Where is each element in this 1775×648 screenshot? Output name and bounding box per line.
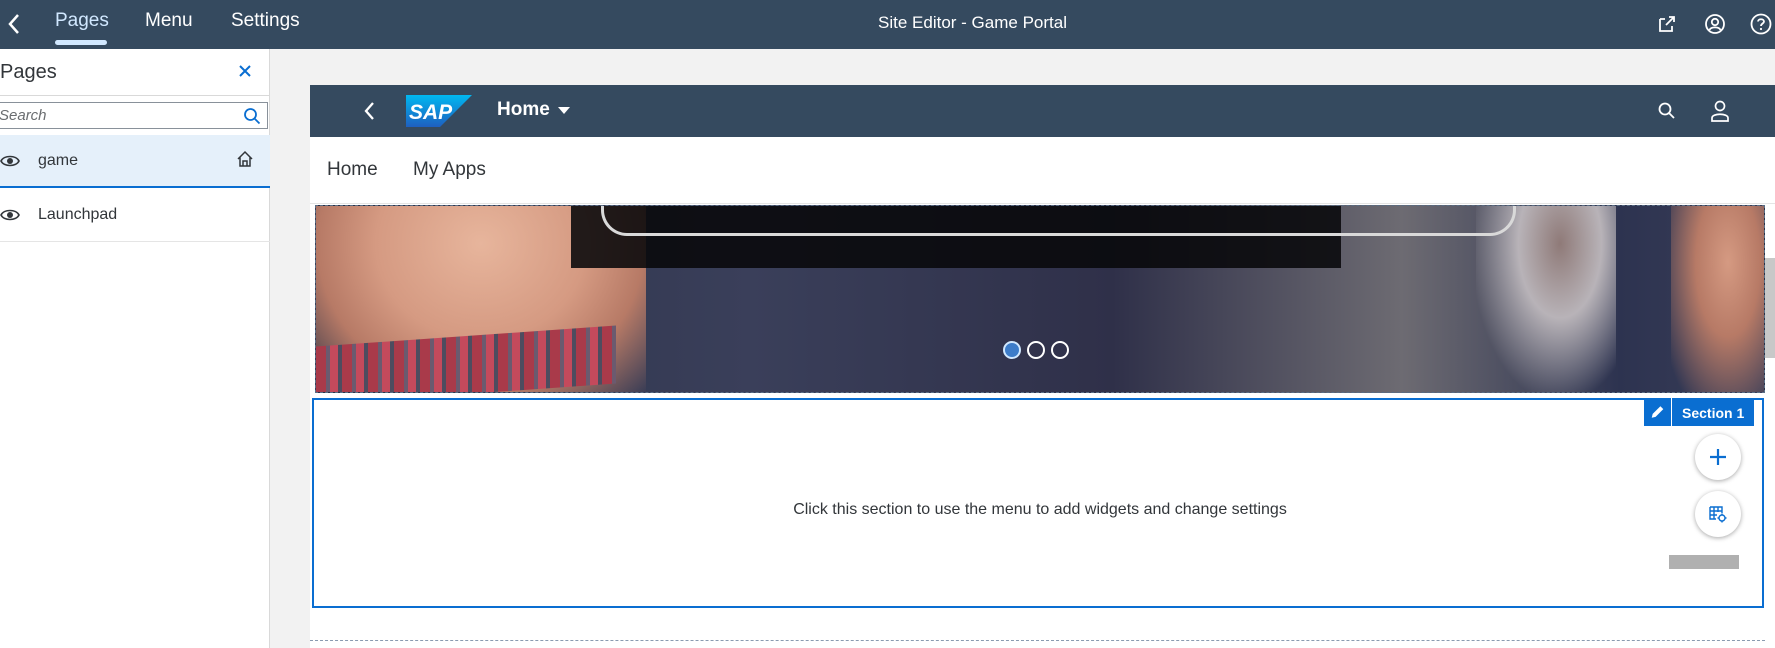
visibility-icon[interactable] [0, 151, 20, 171]
add-widget-button[interactable] [1695, 434, 1741, 480]
plus-icon [1710, 449, 1726, 465]
hero-device [601, 206, 1516, 236]
table-settings-icon [1709, 506, 1727, 523]
carousel[interactable] [315, 205, 1765, 393]
section-boundary [310, 640, 1765, 641]
back-icon[interactable] [360, 100, 380, 122]
section-hint: Click this section to use the menu to ad… [793, 501, 1287, 518]
section-tag-label: Section 1 [1682, 405, 1745, 421]
carousel-dot-2[interactable] [1027, 341, 1045, 359]
search-field[interactable] [0, 102, 268, 129]
panel-divider [0, 95, 270, 96]
search-input[interactable] [0, 105, 229, 126]
section-tag: Section 1 [1644, 398, 1754, 426]
page-item-label: game [38, 152, 79, 169]
page-item-label: Launchpad [38, 206, 118, 223]
sap-logo-text: SAP [409, 101, 453, 124]
page-item-game[interactable]: game [0, 135, 270, 188]
close-icon[interactable] [236, 62, 254, 80]
preview-shell-bar: SAP Home [310, 85, 1775, 137]
search-icon[interactable] [243, 107, 261, 125]
nav-my-apps[interactable]: My Apps [413, 159, 486, 181]
hero-image-detail [1671, 206, 1764, 392]
drag-handle[interactable] [1669, 555, 1739, 569]
edit-icon[interactable] [1644, 398, 1672, 426]
site-preview: SAP Home Home My Apps Click this section… [310, 85, 1775, 648]
chevron-down-icon[interactable] [558, 107, 570, 114]
home-menu[interactable]: Home [497, 99, 550, 121]
section-1[interactable]: Click this section to use the menu to ad… [312, 398, 1764, 608]
search-icon[interactable] [1657, 101, 1677, 121]
home-icon [237, 150, 253, 167]
active-tab-indicator [55, 40, 107, 45]
user-icon[interactable] [1710, 99, 1730, 123]
visibility-icon[interactable] [0, 205, 20, 225]
panel-title: Pages [0, 61, 57, 83]
carousel-dot-1[interactable] [1003, 341, 1021, 359]
help-icon[interactable] [1749, 12, 1773, 36]
page-item-launchpad[interactable]: Launchpad [0, 189, 270, 242]
preview-nav-bar: Home My Apps [310, 137, 1775, 204]
share-icon[interactable] [1655, 12, 1679, 36]
user-icon[interactable] [1703, 12, 1727, 36]
scrollbar-thumb[interactable] [1765, 258, 1775, 358]
carousel-indicators [316, 341, 1764, 361]
window-title: Site Editor - Game Portal [878, 13, 1067, 32]
carousel-dot-3[interactable] [1051, 341, 1069, 359]
nav-home[interactable]: Home [327, 159, 378, 181]
shell-bar: Pages Menu Settings Site Editor - Game P… [0, 0, 1775, 49]
sap-logo: SAP [406, 95, 472, 127]
section-settings-button[interactable] [1695, 491, 1741, 537]
pages-panel: Pages game Launchpad [0, 49, 270, 648]
